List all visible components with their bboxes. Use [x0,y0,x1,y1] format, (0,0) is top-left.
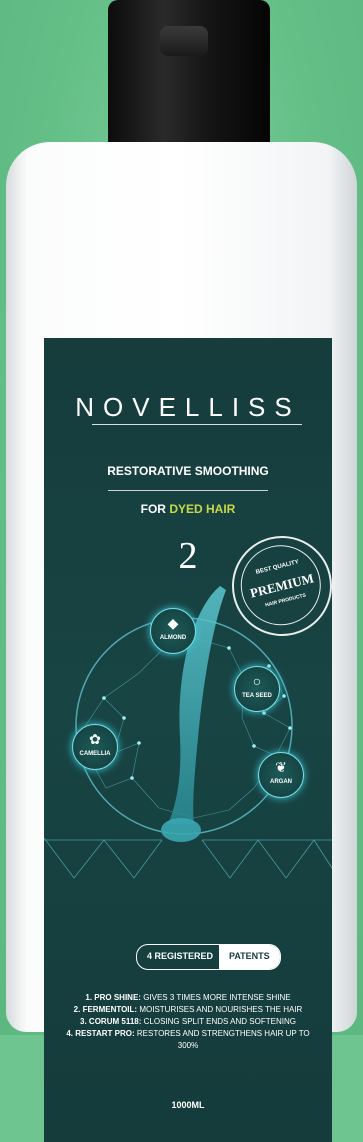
brand-underline [92,424,302,425]
ingredient-label: CAMELLIA [79,751,111,757]
product-label: NOVELLISS RESTORATIVE SMOOTHING FOR DYED… [44,338,332,1142]
almond-icon: ◆ [167,615,179,631]
argan-icon: ❦ [275,759,287,775]
bottle-body: NOVELLISS RESTORATIVE SMOOTHING FOR DYED… [6,142,357,1142]
feature-item: 2. FERMENTOIL: MOISTURISES AND NOURISHES… [73,1005,303,1014]
feature-item: 1. PRO SHINE: GIVES 3 TIMES MORE INTENSE… [85,993,291,1002]
ingredient-argan: ❦ ARGAN [258,752,304,798]
feature-list: 1. PRO SHINE: GIVES 3 TIMES MORE INTENSE… [58,992,318,1052]
feature-item: 3. CORUM 5118: CLOSING SPLIT ENDS AND SO… [80,1017,296,1026]
patents-word: PATENTS [219,945,280,969]
tea-seed-icon: ○ [252,673,262,689]
subtitle-accent: DYED HAIR [169,502,236,516]
ingredient-almond: ◆ ALMOND [150,608,196,654]
cap-flip-lid [160,26,208,56]
subtitle-prefix: FOR [140,502,166,516]
ingredient-label: ALMOND [159,635,187,641]
ingredient-tea-seed: ○ TEA SEED [234,666,280,712]
product-subtitle: FOR DYED HAIR [44,502,332,516]
title-divider [108,490,268,491]
patents-count: 4 REGISTERED [147,951,214,961]
volume-label: 1000ML [171,1100,205,1110]
ingredient-label: ARGAN [270,779,292,785]
ingredient-label: TEA SEED [242,693,272,699]
ingredient-camellia: ✿ CAMELLIA [72,724,118,770]
patents-badge: 4 REGISTERED PATENTS [136,944,281,970]
hair-bulb [161,818,201,842]
brand-name: NOVELLISS [75,392,301,422]
scalp-mesh [44,837,332,879]
bottle-cap [108,0,270,150]
product-title: RESTORATIVE SMOOTHING [107,464,269,478]
feature-item: 4. RESTART PRO: RESTORES AND STRENGTHENS… [66,1029,310,1050]
camellia-icon: ✿ [89,731,101,747]
